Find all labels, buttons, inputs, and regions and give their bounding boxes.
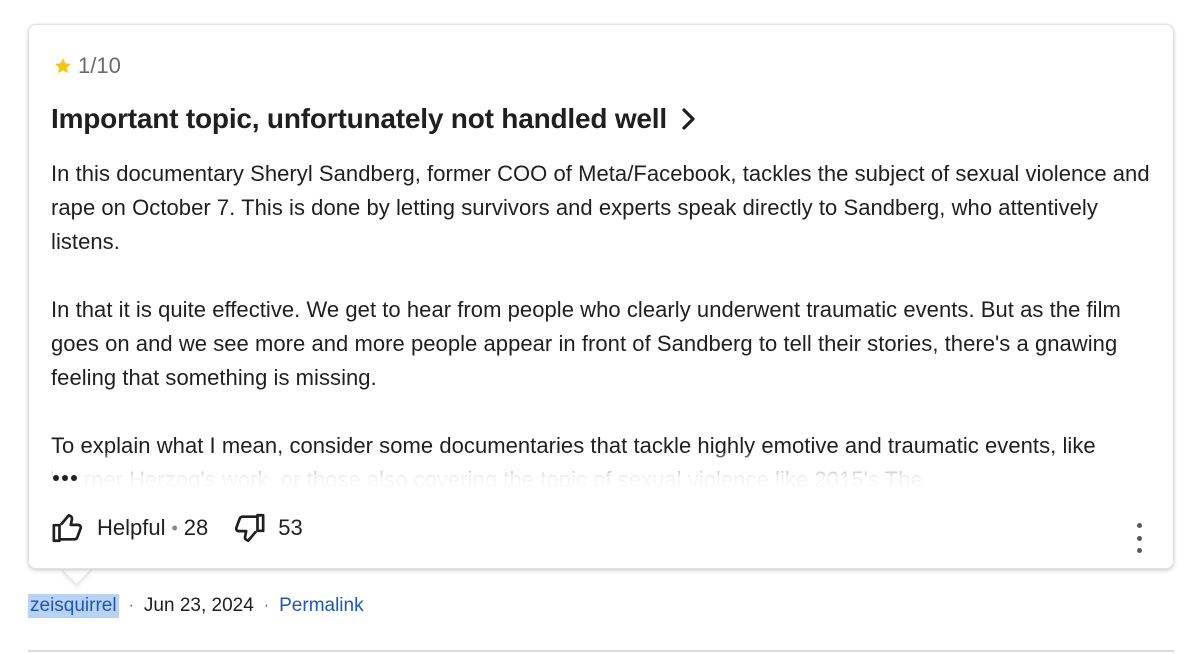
chevron-right-icon [682, 108, 695, 130]
helpful-count: 28 [183, 515, 209, 540]
review-title: Important topic, unfortunately not handl… [51, 103, 667, 134]
vote-actions: Helpful • 28 53 [51, 511, 303, 545]
thumbs-down-icon [235, 513, 265, 543]
review-paragraph: In this documentary Sheryl Sandberg, for… [51, 161, 1150, 254]
review-date: Jun 23, 2024 [143, 595, 254, 616]
review-page: 1/10 Important topic, unfortunately not … [0, 0, 1200, 654]
not-helpful-count: 53 [278, 515, 303, 540]
review-body: In this documentary Sheryl Sandberg, for… [51, 157, 1156, 487]
meta-separator: · [263, 597, 270, 614]
review-meta: zeisquirrel · Jun 23, 2024 · Permalink [28, 594, 364, 618]
thumbs-up-icon [52, 513, 83, 543]
meta-separator: · [128, 597, 134, 614]
kebab-menu-icon[interactable] [1129, 523, 1149, 553]
helpful-button[interactable]: Helpful • 28 [51, 511, 208, 545]
rating-value: 1/10 [78, 53, 121, 78]
divider [28, 650, 1174, 652]
separator-dot: • [171, 517, 178, 538]
more-dots-icon[interactable] [53, 466, 83, 490]
permalink-link[interactable]: Permalink [279, 595, 363, 617]
review-card: 1/10 Important topic, unfortunately not … [28, 24, 1174, 569]
helpful-label: Helpful [97, 515, 166, 540]
review-paragraph: In that it is quite effective. We get to… [51, 297, 1121, 390]
star-icon [54, 58, 72, 74]
text-fade [51, 453, 1156, 487]
rating: 1/10 [53, 53, 121, 79]
review-title-link[interactable]: Important topic, unfortunately not handl… [51, 103, 697, 135]
author-link[interactable]: zeisquirrel [28, 594, 119, 618]
not-helpful-button[interactable]: 53 [232, 511, 303, 545]
